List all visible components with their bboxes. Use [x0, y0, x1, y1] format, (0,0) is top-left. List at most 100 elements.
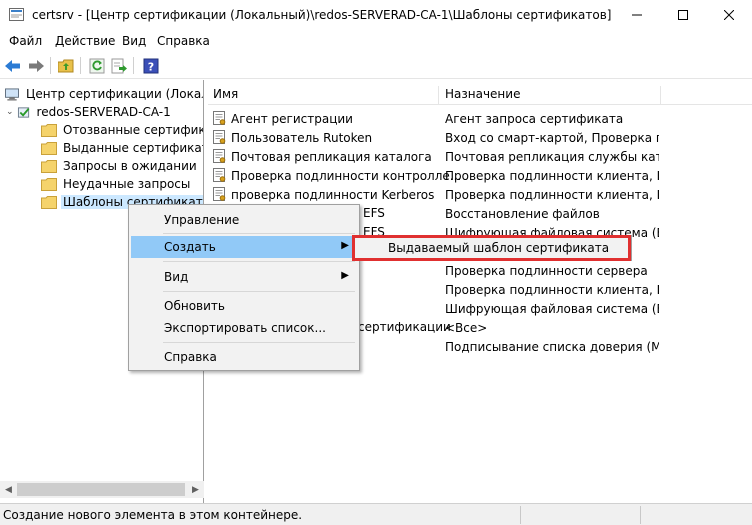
status-text: Создание нового элемента в этом контейне… — [3, 508, 303, 522]
row-purpose: Вход со смарт-картой, Проверка под... — [445, 131, 659, 145]
row-purpose: Восстановление файлов — [445, 207, 600, 221]
column-name[interactable]: Имя — [208, 83, 438, 105]
submenu-arrow-icon: ▶ — [341, 270, 349, 281]
tree-ca[interactable]: ⌄ redos-SERVERAD-CA-1 — [6, 103, 173, 121]
back-button[interactable] — [4, 57, 22, 74]
ctx-create[interactable]: Создать ▶ — [131, 236, 357, 258]
scroll-thumb[interactable] — [17, 483, 185, 496]
close-button[interactable] — [706, 0, 752, 30]
row-name-text: проверка подлинности Kerberos — [231, 187, 435, 202]
column-purpose[interactable]: Назначение — [440, 83, 660, 105]
window-title: certsrv - [Центр сертификации (Локальный… — [32, 8, 612, 22]
table-row[interactable]: Почтовая репликация каталога Почтовая реп… — [208, 148, 752, 167]
back-arrow-icon — [5, 59, 20, 72]
tree-root[interactable]: Центр сертификации (Локальный) — [4, 85, 203, 103]
scroll-left-icon[interactable]: ◀ — [0, 481, 17, 498]
tree-item-pending[interactable]: Запросы в ожидании — [41, 157, 199, 175]
certificate-template-icon — [213, 187, 226, 201]
close-icon — [724, 10, 734, 20]
row-name-text: Агент регистрации — [231, 111, 353, 126]
computer-icon — [5, 87, 19, 101]
row-purpose: Проверка подлинности сервера — [445, 264, 648, 278]
maximize-button[interactable] — [660, 0, 706, 30]
column-header: Имя Назначение — [208, 83, 752, 105]
row-name-text: EFS — [363, 206, 385, 220]
tree-root-label: Центр сертификации (Локальный) — [26, 87, 203, 101]
scroll-right-icon[interactable]: ▶ — [187, 481, 204, 498]
folder-icon — [41, 141, 57, 155]
ctx-label: Вид — [164, 270, 189, 284]
row-purpose: <Все> — [445, 321, 488, 335]
forward-arrow-icon — [29, 59, 44, 72]
title-bar: certsrv - [Центр сертификации (Локальный… — [0, 0, 752, 30]
table-row[interactable]: Агент регистрации Агент запроса сертифика… — [208, 110, 752, 129]
ctx-export[interactable]: Экспортировать список... — [131, 317, 357, 339]
table-row[interactable]: Пользователь Rutoken Вход со смарт-картой… — [208, 129, 752, 148]
export-icon — [111, 58, 127, 73]
ctx-label: Создать — [164, 240, 216, 254]
row-purpose: Проверка подлинности клиента, Про... — [445, 283, 659, 297]
row-name: Почтовая репликация каталога — [213, 149, 432, 164]
ctx-label: Справка — [164, 350, 217, 364]
row-name: сертификации — [358, 320, 451, 334]
tree-item-failed[interactable]: Неудачные запросы — [41, 175, 192, 193]
ctx-label: Обновить — [164, 299, 225, 313]
row-purpose: Почтовая репликация службы катало... — [445, 150, 659, 164]
row-purpose: Проверка подлинности клиента, Про... — [445, 169, 659, 183]
table-row[interactable]: проверка подлинности Kerberos Проверка по… — [208, 186, 752, 205]
tree-horizontal-scrollbar[interactable]: ◀ ▶ — [0, 481, 204, 498]
toolbar: ? — [0, 52, 752, 79]
tree-item-revoked[interactable]: Отозванные сертификаты — [41, 121, 204, 139]
menu-bar: Файл Действие Вид Справка — [0, 30, 752, 52]
row-name-text: сертификации — [358, 320, 451, 334]
tree-item-label: Отозванные сертификаты — [63, 123, 204, 137]
certificate-template-icon — [213, 168, 226, 182]
certificate-template-icon — [213, 149, 226, 163]
row-name: Проверка подлинности контролле... — [213, 168, 461, 183]
submenu-arrow-icon: ▶ — [341, 240, 349, 251]
help-button[interactable]: ? — [142, 57, 160, 74]
certificate-template-icon — [213, 130, 226, 144]
maximize-icon — [678, 10, 688, 20]
menu-help[interactable]: Справка — [157, 34, 210, 48]
up-level-button[interactable] — [57, 57, 75, 74]
ctx-view[interactable]: Вид ▶ — [131, 266, 357, 288]
status-bar: Создание нового элемента в этом контейне… — [0, 503, 752, 525]
tree-ca-label: redos-SERVERAD-CA-1 — [36, 105, 171, 119]
row-purpose: Шифрующая файловая система (EFS)... — [445, 302, 659, 316]
menu-view[interactable]: Вид — [122, 34, 146, 48]
row-name: проверка подлинности Kerberos — [213, 187, 434, 202]
row-name: Агент регистрации — [213, 111, 353, 126]
certificate-template-icon — [213, 111, 226, 125]
tree-item-label: Неудачные запросы — [63, 177, 191, 191]
ctx-refresh[interactable]: Обновить — [131, 295, 357, 317]
ca-check-icon — [17, 106, 29, 118]
row-name: EFS — [363, 206, 385, 220]
folder-icon — [41, 195, 57, 209]
menu-action[interactable]: Действие — [55, 34, 115, 48]
forward-button[interactable] — [27, 57, 45, 74]
table-row[interactable]: Проверка подлинности контролле... Проверк… — [208, 167, 752, 186]
folder-icon — [41, 177, 57, 191]
refresh-button[interactable] — [88, 57, 106, 74]
row-purpose: Агент запроса сертификата — [445, 112, 624, 126]
certsrv-app-icon — [9, 8, 24, 21]
highlight-box — [352, 235, 631, 261]
tree-item-issued[interactable]: Выданные сертификаты — [41, 139, 204, 157]
ctx-label: Управление — [164, 213, 240, 227]
context-menu: Управление Создать ▶ Вид ▶ Обновить Экспор… — [128, 204, 360, 371]
ctx-manage[interactable]: Управление — [131, 209, 357, 231]
help-icon: ? — [143, 58, 159, 73]
folder-icon — [41, 123, 57, 137]
tree-item-label: Запросы в ожидании — [63, 159, 197, 173]
menu-file[interactable]: Файл — [9, 34, 42, 48]
minimize-button[interactable] — [614, 0, 660, 30]
row-name-text: Проверка подлинности контролле... — [231, 168, 462, 183]
row-name-text: Пользователь Rutoken — [231, 130, 373, 145]
row-name-text: Почтовая репликация каталога — [231, 149, 432, 164]
ctx-help[interactable]: Справка — [131, 346, 357, 368]
export-list-button[interactable] — [110, 57, 128, 74]
folder-icon — [41, 159, 57, 173]
tree-item-label: Выданные сертификаты — [63, 141, 204, 155]
minimize-icon — [632, 14, 642, 16]
